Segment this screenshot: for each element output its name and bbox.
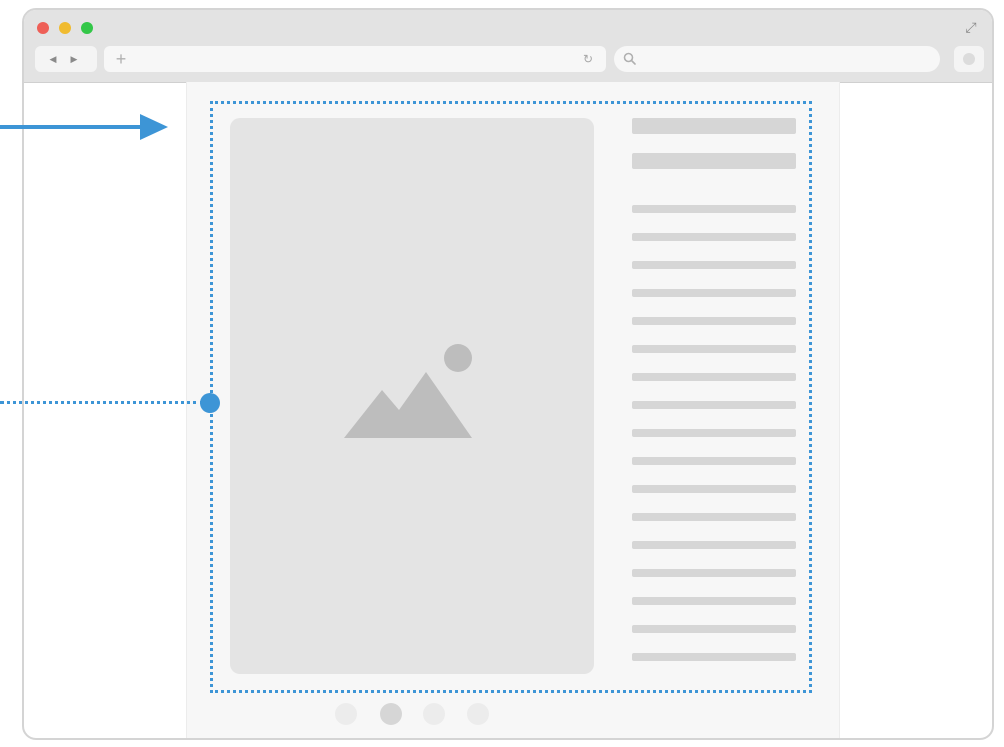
pagination-dot[interactable] xyxy=(335,703,357,725)
pagination-dot-active[interactable] xyxy=(380,703,402,725)
search-icon xyxy=(623,52,636,65)
pagination-dot[interactable] xyxy=(467,703,489,725)
browser-toolbar: ⤢ ◀ ▶ + ↻ xyxy=(24,10,992,83)
fullscreen-expand-icon[interactable]: ⤢ xyxy=(962,18,980,36)
callout-anchor-dot xyxy=(200,393,220,413)
settings-button[interactable] xyxy=(954,46,984,72)
selection-highlight xyxy=(210,101,812,693)
maximize-window-button[interactable] xyxy=(81,22,93,34)
callout-connector-line xyxy=(0,401,204,404)
minimize-window-button[interactable] xyxy=(59,22,71,34)
plus-icon[interactable]: + xyxy=(112,49,130,69)
navigation-buttons: ◀ ▶ xyxy=(35,46,97,72)
address-bar[interactable]: + ↻ xyxy=(104,46,606,72)
pagination-dot[interactable] xyxy=(423,703,445,725)
callout-arrow-icon xyxy=(0,114,168,140)
settings-icon xyxy=(963,53,975,65)
back-arrow-icon[interactable]: ◀ xyxy=(45,51,61,67)
close-window-button[interactable] xyxy=(37,22,49,34)
search-input[interactable] xyxy=(614,46,940,72)
forward-arrow-icon[interactable]: ▶ xyxy=(66,51,82,67)
reload-icon[interactable]: ↻ xyxy=(580,50,596,68)
